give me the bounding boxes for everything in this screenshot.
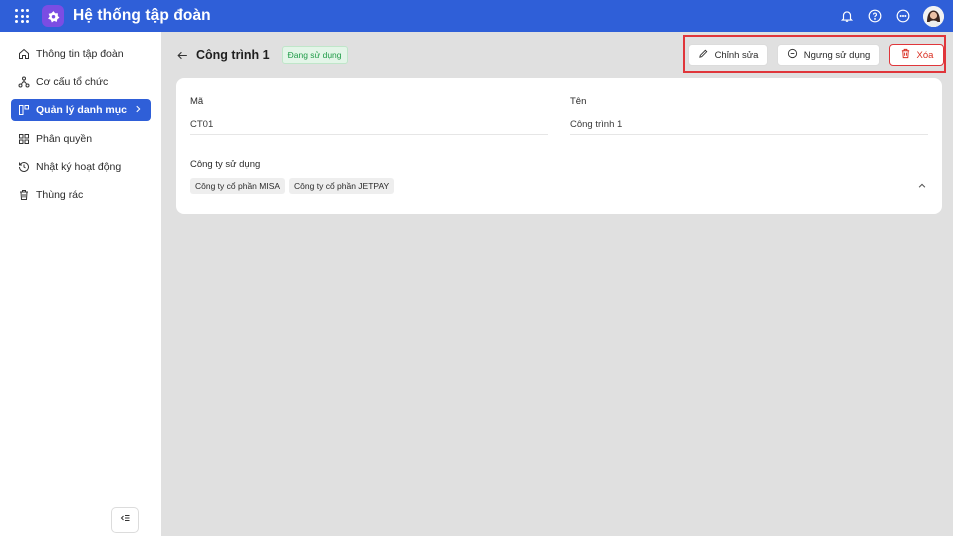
more-icon[interactable] bbox=[895, 8, 911, 24]
sidebar-item-label: Thông tin tập đoàn bbox=[36, 48, 124, 60]
back-arrow-icon[interactable] bbox=[175, 48, 189, 62]
code-label: Mã bbox=[190, 96, 204, 107]
notification-bell-icon[interactable] bbox=[839, 8, 855, 24]
pencil-icon bbox=[698, 48, 709, 62]
company-tags: Công ty cổ phần MISA Công ty cổ phần JET… bbox=[190, 178, 395, 194]
status-badge: Đang sử dụng bbox=[281, 46, 348, 64]
company-tag: Công ty cổ phần JETPAY bbox=[289, 178, 395, 194]
edit-button-label: Chỉnh sửa bbox=[714, 49, 759, 61]
page-title: Công trình 1 bbox=[196, 48, 270, 62]
trash-icon bbox=[18, 189, 30, 201]
sidebar-item-trash[interactable]: Thùng rác bbox=[11, 184, 151, 206]
org-structure-icon bbox=[18, 76, 30, 88]
minus-circle-icon bbox=[787, 48, 798, 62]
sidebar-item-label: Nhật ký hoạt động bbox=[36, 161, 122, 173]
stop-using-button[interactable]: Ngưng sử dụng bbox=[777, 44, 880, 66]
collapse-sidebar-icon bbox=[119, 511, 131, 529]
sidebar-item-label: Phân quyền bbox=[36, 133, 93, 145]
page-header: Công trình 1 Đang sử dụng bbox=[175, 44, 348, 66]
code-value: CT01 bbox=[190, 119, 214, 130]
trash-icon bbox=[900, 48, 911, 62]
sidebar-item-label: Quản lý danh mục bbox=[36, 104, 128, 116]
chevron-up-icon[interactable] bbox=[916, 181, 928, 191]
sidebar-item-activity-log[interactable]: Nhật ký hoạt động bbox=[11, 156, 151, 178]
app-title: Hệ thống tập đoàn bbox=[73, 7, 211, 24]
companies-label: Công ty sử dụng bbox=[190, 159, 261, 170]
sidebar-item-org-structure[interactable]: Cơ cấu tổ chức bbox=[11, 71, 151, 93]
sidebar: Thông tin tập đoàn Cơ cấu tổ chức Quản l… bbox=[0, 32, 161, 536]
sidebar-item-label: Cơ cấu tổ chức bbox=[36, 76, 109, 88]
company-tag: Công ty cổ phần MISA bbox=[190, 178, 286, 194]
delete-button-label: Xóa bbox=[916, 49, 934, 61]
name-label: Tên bbox=[570, 96, 587, 107]
collapse-sidebar-button[interactable] bbox=[111, 507, 139, 533]
app-logo-icon bbox=[42, 5, 64, 27]
edit-button[interactable]: Chỉnh sửa bbox=[688, 44, 768, 66]
sidebar-item-permissions[interactable]: Phân quyền bbox=[11, 128, 151, 150]
name-value: Công trình 1 bbox=[570, 119, 623, 130]
catalog-icon bbox=[18, 104, 30, 116]
stop-using-button-label: Ngưng sử dụng bbox=[803, 49, 871, 61]
chevron-right-icon bbox=[133, 104, 143, 117]
code-divider bbox=[190, 134, 548, 135]
delete-button[interactable]: Xóa bbox=[889, 44, 944, 66]
sidebar-item-label: Thùng rác bbox=[36, 189, 84, 201]
top-bar: Hệ thống tập đoàn bbox=[0, 0, 953, 32]
permissions-icon bbox=[18, 133, 30, 145]
history-icon bbox=[18, 161, 30, 173]
sidebar-item-catalog[interactable]: Quản lý danh mục bbox=[11, 99, 151, 121]
main-content: Công trình 1 Đang sử dụng Chỉnh sửa Ngưn… bbox=[161, 32, 953, 536]
user-avatar[interactable] bbox=[923, 5, 944, 27]
home-icon bbox=[18, 48, 30, 60]
name-divider bbox=[570, 134, 928, 135]
sidebar-item-group-info[interactable]: Thông tin tập đoàn bbox=[11, 43, 151, 65]
apps-grid-icon[interactable] bbox=[15, 9, 29, 23]
help-icon[interactable] bbox=[867, 8, 883, 24]
detail-card: Mã CT01 Tên Công trình 1 Công ty sử dụng… bbox=[176, 78, 942, 214]
